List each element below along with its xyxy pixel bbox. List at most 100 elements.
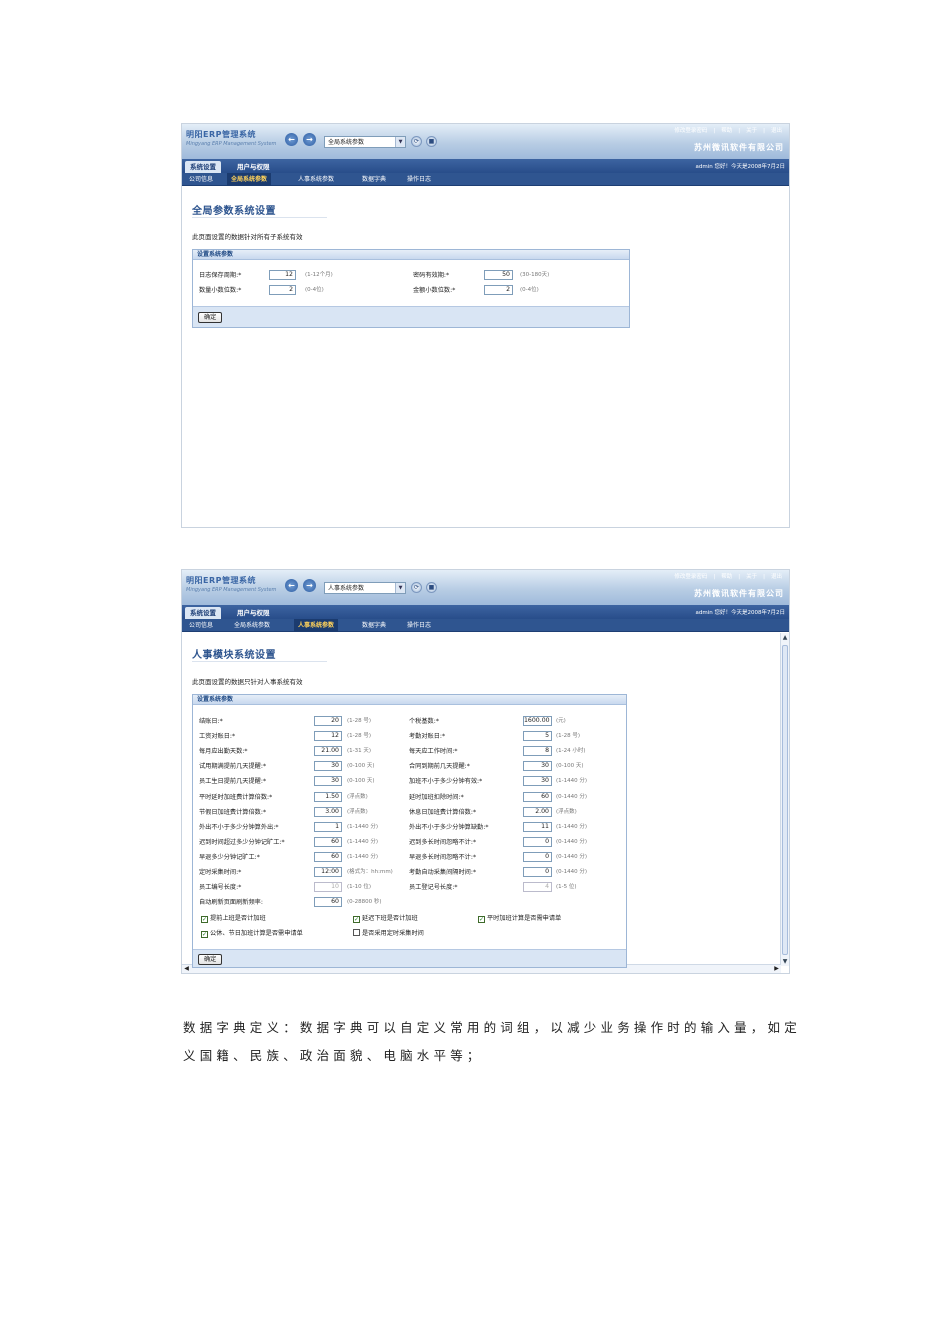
param-input[interactable]: 0: [523, 867, 552, 877]
field-hint: (0-1440 分): [556, 793, 588, 800]
refresh-icon[interactable]: ⟳: [411, 136, 422, 147]
field-label: 考勤对账日:*: [409, 733, 446, 741]
subtab-company-info[interactable]: 公司信息: [185, 619, 217, 632]
tab-system-settings[interactable]: 系统设置: [185, 607, 221, 619]
tab-users-permissions[interactable]: 用户与权限: [232, 161, 275, 173]
logout-link[interactable]: 退出: [771, 128, 782, 134]
param-input[interactable]: 30: [523, 761, 552, 772]
param-input[interactable]: 11: [523, 821, 552, 832]
checkbox-checked-icon[interactable]: ✓: [353, 916, 360, 924]
param-input[interactable]: 60: [314, 897, 342, 908]
subtab-hr-params[interactable]: 人事系统参数: [294, 619, 339, 632]
back-arrow-icon[interactable]: ←: [285, 133, 298, 146]
param-input[interactable]: 20: [314, 716, 342, 726]
option-checkbox[interactable]: ✓ 公休、节日加班计算是否需申请单: [201, 929, 303, 939]
amount-decimals-input[interactable]: 2: [484, 285, 513, 295]
checkbox-label: 平时加班计算是否需申请单: [487, 915, 562, 923]
checkbox-checked-icon[interactable]: ✓: [201, 931, 208, 939]
scroll-down-icon[interactable]: ▼: [781, 957, 789, 966]
param-input[interactable]: 5: [523, 731, 552, 742]
param-input[interactable]: 30: [314, 776, 342, 787]
field-hint: (1-1440 分): [347, 853, 379, 860]
page-description: 此页面设置的数据针对所有子系统有效: [192, 233, 303, 241]
param-input[interactable]: 12: [314, 731, 342, 742]
confirm-button[interactable]: 确定: [198, 312, 223, 323]
field-hint: (1-24 小时): [556, 748, 586, 755]
change-password-link[interactable]: 修改登录密码: [674, 574, 707, 580]
field-label: 节假日加班费计算倍数:*: [199, 808, 267, 816]
checkbox-checked-icon[interactable]: ✓: [201, 916, 208, 924]
about-link[interactable]: 关于: [746, 574, 757, 580]
subtab-operation-log[interactable]: 操作日志: [403, 619, 435, 632]
param-input[interactable]: 1: [314, 821, 342, 832]
param-input[interactable]: 3.00: [314, 806, 342, 817]
param-input[interactable]: 30: [314, 761, 342, 772]
param-input[interactable]: 21.00: [314, 746, 342, 757]
param-input[interactable]: 12:00: [314, 867, 342, 877]
param-input[interactable]: 1600.00: [523, 716, 552, 726]
log-retention-input[interactable]: 12: [269, 270, 296, 280]
vertical-scrollbar[interactable]: ▲ ▼: [780, 633, 789, 966]
module-select[interactable]: 全局系统参数 ▼: [324, 136, 406, 148]
param-input[interactable]: 30: [523, 776, 552, 787]
scroll-right-icon[interactable]: ▶: [772, 965, 781, 973]
param-input[interactable]: 10: [314, 882, 342, 893]
field-hint: (1-31 天): [347, 748, 372, 755]
back-arrow-icon[interactable]: ←: [285, 579, 298, 592]
checkbox-checked-icon[interactable]: ✓: [478, 916, 485, 924]
logout-link[interactable]: 退出: [771, 574, 782, 580]
field-hint: (浮点数): [556, 808, 577, 815]
scroll-up-icon[interactable]: ▲: [781, 633, 789, 642]
stop-icon[interactable]: ■: [426, 582, 437, 593]
field-hint: (1-1440 分): [556, 823, 588, 830]
subtab-data-dictionary[interactable]: 数据字典: [358, 619, 390, 632]
subtab-operation-log[interactable]: 操作日志: [403, 173, 435, 186]
field-label: 员工编号长度:*: [199, 884, 242, 892]
module-select[interactable]: 人事系统参数 ▼: [324, 582, 406, 594]
param-input[interactable]: 0: [523, 836, 552, 847]
refresh-icon[interactable]: ⟳: [411, 582, 422, 593]
param-input[interactable]: 60: [314, 851, 342, 862]
forward-arrow-icon[interactable]: →: [303, 579, 316, 592]
field-hint: (0-100 天): [347, 778, 375, 785]
about-link[interactable]: 关于: [746, 128, 757, 134]
help-link[interactable]: 帮助: [721, 574, 732, 580]
change-password-link[interactable]: 修改登录密码: [674, 128, 707, 134]
param-input[interactable]: 2.00: [523, 806, 552, 817]
option-checkbox[interactable]: ✓ 延迟下班是否计加班: [353, 914, 418, 924]
quantity-decimals-input[interactable]: 2: [269, 285, 296, 295]
checkbox-label: 是否采用定时采集时间: [362, 930, 424, 938]
param-input[interactable]: 4: [523, 882, 552, 893]
subtab-data-dictionary[interactable]: 数据字典: [358, 173, 390, 186]
subtab-global-params[interactable]: 全局系统参数: [227, 173, 272, 186]
subtab-hr-params[interactable]: 人事系统参数: [294, 173, 338, 186]
scroll-thumb[interactable]: [782, 645, 788, 955]
tab-users-permissions[interactable]: 用户与权限: [232, 607, 275, 619]
subtab-company-info[interactable]: 公司信息: [185, 173, 217, 186]
stop-icon[interactable]: ■: [426, 136, 437, 147]
help-link[interactable]: 帮助: [721, 128, 732, 134]
param-input[interactable]: 60: [314, 836, 342, 847]
title-divider: [192, 217, 327, 218]
tab-system-settings[interactable]: 系统设置: [185, 161, 221, 173]
password-validity-input[interactable]: 50: [484, 270, 513, 280]
param-input[interactable]: 8: [523, 746, 552, 757]
param-input[interactable]: 1.50: [314, 791, 342, 802]
field-label: 个税基数:*: [409, 718, 439, 725]
field-label: 外出不小于多少分钟算外出:*: [199, 823, 279, 831]
company-name: 苏州微讯软件有限公司: [694, 589, 784, 598]
confirm-button[interactable]: 确定: [198, 954, 223, 965]
option-checkbox[interactable]: ✓ 平时加班计算是否需申请单: [478, 914, 561, 924]
option-checkbox[interactable]: 是否采用定时采集时间: [353, 929, 424, 939]
field-label: 试用期满提前几天提醒:*: [199, 763, 267, 771]
param-input[interactable]: 60: [523, 791, 552, 802]
link-separator: |: [738, 574, 741, 580]
forward-arrow-icon[interactable]: →: [303, 133, 316, 146]
option-checkbox[interactable]: ✓ 提前上班是否计加班: [201, 914, 266, 924]
param-input[interactable]: 0: [523, 851, 552, 862]
scroll-left-icon[interactable]: ◀: [182, 965, 191, 973]
subtab-global-params[interactable]: 全局系统参数: [230, 619, 274, 632]
checkbox-empty-icon[interactable]: [353, 929, 360, 937]
link-separator: |: [763, 574, 765, 580]
app-logo-subtitle: Mingyang ERP Management System: [186, 141, 277, 147]
